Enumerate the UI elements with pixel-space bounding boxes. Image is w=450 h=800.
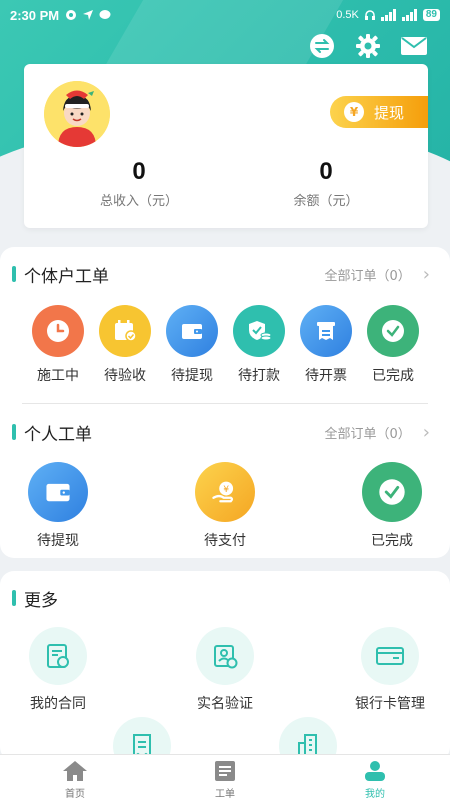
- all-orders-label: 全部订单（0）: [324, 268, 411, 284]
- total-income-label: 总收入（元）: [99, 194, 178, 209]
- order-status-completed[interactable]: 已完成: [353, 305, 433, 385]
- nav-label: 工单: [215, 789, 235, 800]
- nav-orders[interactable]: 工单: [150, 755, 300, 800]
- all-orders-link[interactable]: 全部订单（0） ›: [325, 264, 430, 285]
- order-status-label: 待支付: [204, 533, 246, 549]
- more-card: 更多 我的合同 实名验证 银行卡管理: [0, 571, 450, 775]
- total-income-value: 0: [132, 158, 146, 185]
- messages-button[interactable]: [400, 32, 428, 60]
- orders-icon: [215, 761, 235, 781]
- id-card-icon: [196, 627, 254, 685]
- order-status-label: 待提现: [37, 533, 79, 549]
- more-item-label: 实名验证: [197, 696, 253, 712]
- shield-coins-icon: [233, 305, 285, 357]
- section-divider: [22, 403, 428, 404]
- more-item-label: 我的合同: [30, 696, 86, 712]
- svg-text:¥: ¥: [223, 484, 229, 495]
- notification-icon: [66, 10, 77, 20]
- balance-label: 余额（元）: [293, 194, 359, 209]
- nav-label: 我的: [365, 789, 385, 800]
- location-icon: [83, 10, 94, 20]
- section-marker: [12, 590, 16, 606]
- avatar-image: [44, 81, 110, 147]
- headset-icon: [364, 10, 375, 20]
- my-contracts-item[interactable]: 我的合同: [18, 627, 98, 713]
- switch-icon: [310, 34, 334, 58]
- orders-card: 个体户工单 全部订单（0） › 施工中 待验收 待提现 待打款 待开票 已完成 …: [0, 247, 450, 558]
- status-right: 0.5K 89: [336, 9, 440, 21]
- check-icon: [367, 305, 419, 357]
- all-orders-link[interactable]: 全部订单（0） ›: [325, 422, 430, 443]
- network-speed: 0.5K: [336, 9, 359, 21]
- balance-value: 0: [319, 158, 333, 185]
- more-header: 更多: [12, 586, 430, 611]
- profile-card: ¥ 提现 0 总收入（元） 0 余额（元）: [24, 64, 428, 228]
- wallet-icon: [28, 462, 88, 522]
- nav-label: 首页: [65, 789, 85, 800]
- calendar-check-icon: [99, 305, 151, 357]
- mail-icon: [401, 37, 427, 55]
- contract-icon: [29, 627, 87, 685]
- section-marker: [12, 424, 16, 440]
- nav-home[interactable]: 首页: [0, 755, 150, 800]
- yen-icon: ¥: [344, 102, 364, 122]
- status-time: 2:30 PM: [10, 7, 60, 23]
- personal-completed[interactable]: 已完成: [352, 462, 432, 550]
- total-income-stat: 0 总收入（元）: [59, 158, 219, 209]
- battery-level: 89: [422, 9, 440, 21]
- coin-hand-icon: ¥: [195, 462, 255, 522]
- withdraw-button[interactable]: ¥ 提现: [330, 96, 428, 128]
- withdraw-label: 提现: [374, 103, 405, 122]
- bank-card-management-item[interactable]: 银行卡管理: [340, 627, 440, 713]
- personal-pending-pay[interactable]: ¥ 待支付: [185, 462, 265, 550]
- real-name-verification-item[interactable]: 实名验证: [185, 627, 265, 713]
- balance-stat: 0 余额（元）: [246, 158, 406, 209]
- avatar[interactable]: [44, 81, 110, 147]
- invoice-icon: [300, 305, 352, 357]
- user-icon: [365, 761, 385, 781]
- more-item-label: 银行卡管理: [355, 696, 425, 712]
- clock-icon: [32, 305, 84, 357]
- signal-icon: [380, 9, 396, 21]
- section-title: 更多: [24, 590, 58, 611]
- all-orders-label: 全部订单（0）: [324, 426, 411, 442]
- nav-me[interactable]: 我的: [300, 755, 450, 800]
- chevron-right-icon: ›: [422, 421, 430, 443]
- section-title: 个体户工单: [24, 266, 109, 287]
- wallet-icon: [166, 305, 218, 357]
- header-toolbar: [308, 32, 428, 60]
- section-marker: [12, 266, 16, 282]
- chat-icon: [99, 10, 111, 19]
- chevron-right-icon: ›: [422, 263, 430, 285]
- settings-button[interactable]: [354, 32, 382, 60]
- bottom-nav: 首页 工单 我的: [0, 754, 450, 800]
- section-title: 个人工单: [24, 424, 92, 445]
- signal-icon-2: [401, 9, 417, 21]
- home-icon: [63, 761, 87, 781]
- switch-button[interactable]: [308, 32, 336, 60]
- order-status-label: 已完成: [372, 368, 414, 384]
- status-bar: 2:30 PM 0.5K 89: [0, 0, 450, 30]
- personal-orders-header: 个人工单 全部订单（0） ›: [12, 420, 430, 445]
- check-icon: [362, 462, 422, 522]
- gear-icon: [356, 34, 380, 58]
- individual-orders-header: 个体户工单 全部订单（0） ›: [12, 262, 430, 287]
- order-status-label: 已完成: [371, 533, 413, 549]
- bank-card-icon: [361, 627, 419, 685]
- personal-pending-withdraw[interactable]: 待提现: [18, 462, 98, 550]
